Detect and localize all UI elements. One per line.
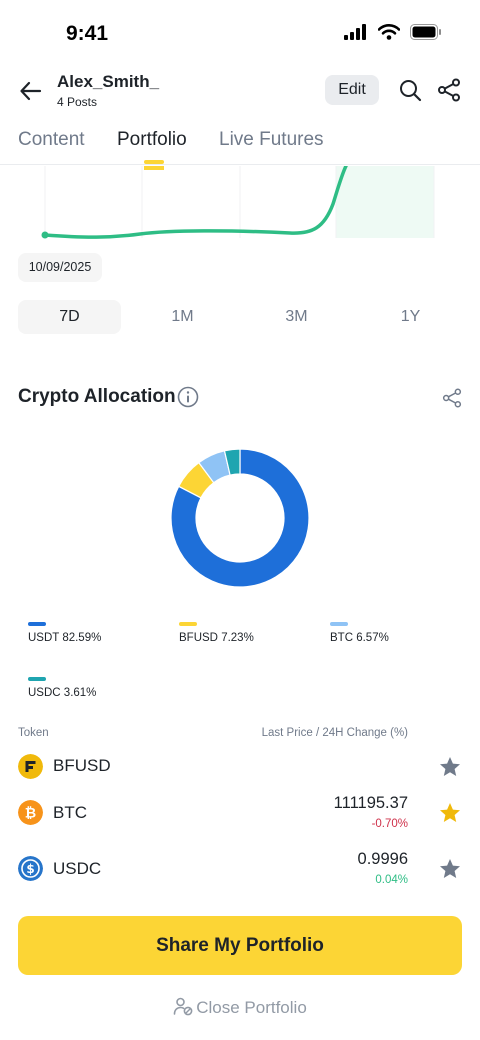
battery-icon <box>410 24 441 40</box>
edit-button[interactable]: Edit <box>325 75 379 105</box>
tab-live-futures[interactable]: Live Futures <box>219 129 324 151</box>
legend-swatch-usdt <box>28 622 46 626</box>
svg-text:$: $ <box>26 862 34 876</box>
legend-label-usdt: USDT 82.59% <box>28 632 102 644</box>
period-3m[interactable]: 3M <box>245 300 348 334</box>
token-change: 0.04% <box>375 874 408 886</box>
username[interactable]: Alex_Smith_ <box>57 72 159 92</box>
period-1y[interactable]: 1Y <box>359 300 462 334</box>
tab-portfolio[interactable]: Portfolio <box>117 129 187 151</box>
profile-tabs: Content Portfolio Live Futures <box>0 124 480 165</box>
star-icon[interactable] <box>438 857 462 881</box>
token-name: BTC <box>53 803 87 822</box>
chart-marker <box>144 166 164 170</box>
token-change: -0.70% <box>371 818 408 830</box>
close-portfolio-label: Close Portfolio <box>196 998 307 1017</box>
token-price: 0.9996 <box>357 850 408 868</box>
allocation-donut-chart[interactable] <box>170 448 310 588</box>
signal-icon <box>344 24 366 40</box>
period-7d[interactable]: 7D <box>18 300 121 334</box>
user-lock-icon <box>173 997 193 1016</box>
close-portfolio-button[interactable]: Close Portfolio <box>0 996 480 1020</box>
legend-label-btc: BTC 6.57% <box>330 632 389 644</box>
token-row-btc[interactable]: ₿ BTC 111195.37 -0.70% <box>0 790 480 836</box>
allocation-share-icon[interactable] <box>442 388 462 408</box>
token-column-header: Token <box>18 727 49 739</box>
tab-content[interactable]: Content <box>18 129 85 151</box>
legend-swatch-usdc <box>28 677 46 681</box>
token-price: 111195.37 <box>333 794 408 812</box>
performance-chart[interactable] <box>0 166 480 246</box>
profile-header: Alex_Smith_ 4 Posts Edit <box>0 70 480 114</box>
usdc-icon: $ <box>18 856 43 881</box>
legend-swatch-bfusd <box>179 622 197 626</box>
back-arrow-icon[interactable] <box>18 78 44 104</box>
share-my-portfolio-button[interactable]: Share My Portfolio <box>18 916 462 975</box>
chart-line <box>43 166 348 239</box>
svg-text:₿: ₿ <box>25 806 36 822</box>
period-1m[interactable]: 1M <box>131 300 234 334</box>
status-time: 9:41 <box>66 22 109 45</box>
status-icons <box>344 24 442 40</box>
token-name: BFUSD <box>53 756 111 775</box>
tab-indicator <box>144 160 164 164</box>
legend-label-bfusd: BFUSD 7.23% <box>179 632 254 644</box>
token-name: USDC <box>53 859 102 878</box>
bfusd-icon <box>18 754 43 779</box>
wifi-icon <box>378 24 400 40</box>
token-row-bfusd[interactable]: BFUSD <box>0 748 480 794</box>
star-icon[interactable] <box>438 755 462 779</box>
info-icon[interactable] <box>177 386 199 408</box>
price-column-header: Last Price / 24H Change (%) <box>261 727 408 739</box>
share-icon[interactable] <box>437 78 461 102</box>
chart-date-label: 10/09/2025 <box>18 253 102 282</box>
star-filled-icon[interactable] <box>438 801 462 825</box>
legend-label-usdc: USDC 3.61% <box>28 687 97 699</box>
token-row-usdc[interactable]: $ USDC 0.9996 0.04% <box>0 846 480 892</box>
search-icon[interactable] <box>398 78 422 102</box>
period-selector: 7D 1M 3M 1Y <box>18 300 462 334</box>
btc-icon: ₿ <box>18 800 43 825</box>
chart-highlight-area <box>336 166 434 238</box>
posts-count: 4 Posts <box>57 95 98 109</box>
chart-start-point <box>41 231 49 239</box>
allocation-title: Crypto Allocation <box>18 386 176 407</box>
legend-swatch-btc <box>330 622 348 626</box>
status-bar: 9:41 <box>0 0 480 70</box>
